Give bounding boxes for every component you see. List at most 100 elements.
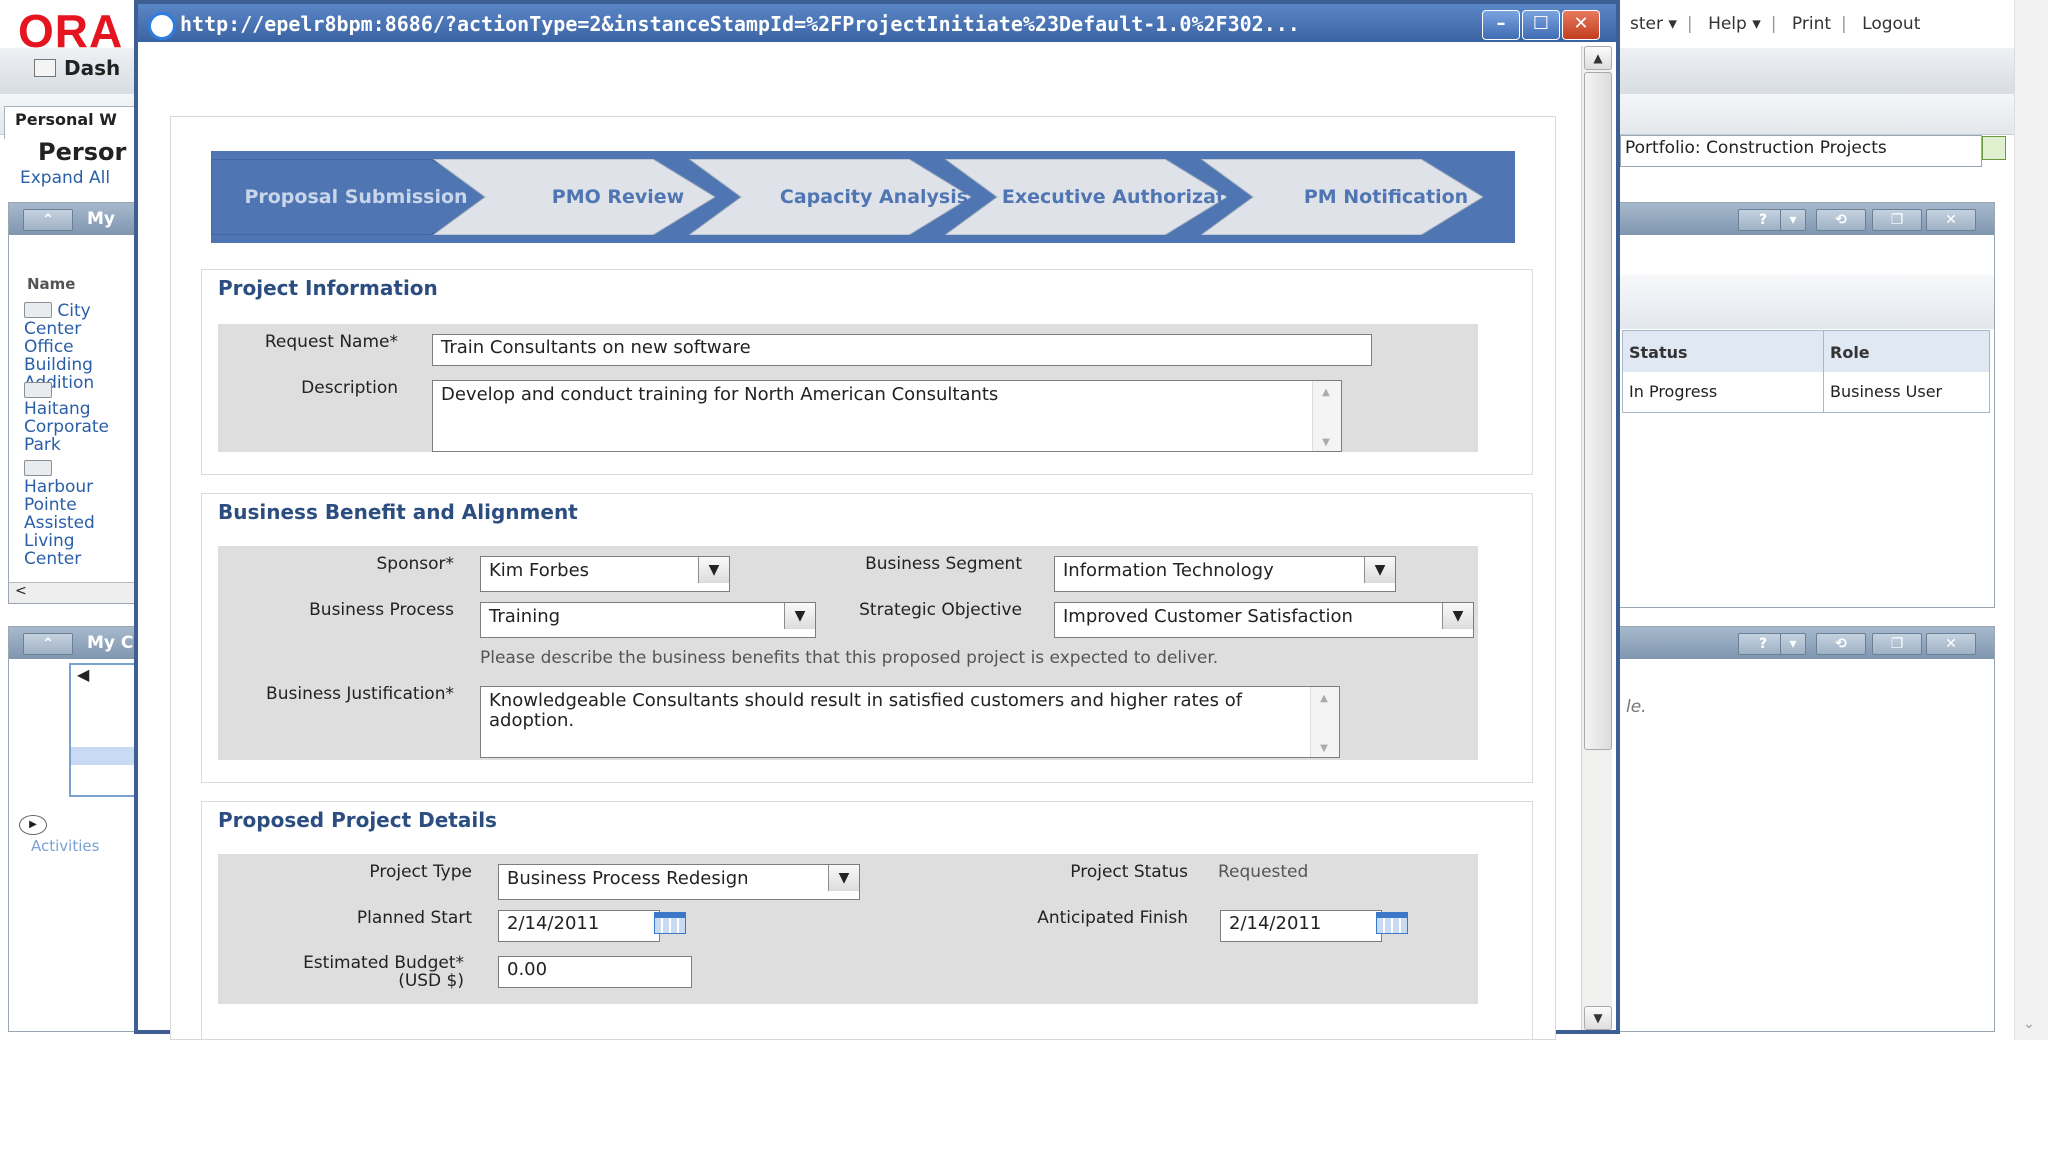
request-name-input[interactable]: Train Consultants on new software xyxy=(432,334,1372,366)
scroll-left-icon[interactable]: < xyxy=(15,583,27,599)
table-header: Status Role xyxy=(1622,330,1990,374)
restore-icon[interactable]: ❐ xyxy=(1872,209,1922,231)
textarea-scrollbar[interactable]: ▲ ▼ xyxy=(1310,687,1339,757)
portlet-band xyxy=(1620,275,1994,329)
dashboard-button[interactable]: Dash xyxy=(34,56,120,80)
train-stage-4[interactable]: Executive Authorization xyxy=(945,159,1258,235)
section-title: Proposed Project Details xyxy=(218,808,497,832)
strategic-objective-value: Improved Customer Satisfaction xyxy=(1063,606,1353,627)
business-process-label: Business Process xyxy=(309,600,454,620)
master-menu-link[interactable]: ster ▾ xyxy=(1630,14,1677,34)
window-titlebar[interactable]: http://epelr8bpm:8686/?actionType=2&inst… xyxy=(138,4,1616,42)
portlet-title: My C xyxy=(87,633,134,653)
portfolio-field[interactable]: Portfolio: Construction Projects xyxy=(1620,135,1982,167)
chevron-down-icon[interactable]: ▼ xyxy=(1364,557,1395,583)
collapse-button[interactable]: ⌃ xyxy=(23,209,73,231)
browser-icon xyxy=(148,12,176,40)
global-links: ster ▾ | Help ▾ | Print | Logout xyxy=(1630,14,1921,34)
dashboard-label: Dash xyxy=(64,56,121,80)
project-type-select[interactable]: Business Process Redesign ▼ xyxy=(498,864,860,900)
project-name[interactable]: Harbour Pointe Assisted Living Center xyxy=(24,477,95,569)
page-scrollbar[interactable]: ⌄ xyxy=(2014,0,2048,1040)
calendar-icon[interactable] xyxy=(654,912,686,934)
portlet-header: ? ▾ ⟲ ❐ ✕ xyxy=(1620,203,1994,235)
activities-link[interactable]: Activities xyxy=(31,837,99,855)
planned-start-input[interactable]: 2/14/2011 xyxy=(498,910,660,942)
scroll-up-icon[interactable]: ▲ xyxy=(1584,46,1612,70)
chevron-down-icon[interactable]: ▼ xyxy=(784,603,815,629)
folder-icon xyxy=(24,382,52,398)
business-segment-value: Information Technology xyxy=(1063,560,1274,581)
business-process-value: Training xyxy=(489,606,561,627)
scroll-down-icon[interactable]: ⌄ xyxy=(2023,1016,2035,1032)
train-stage-5[interactable]: PM Notification xyxy=(1201,159,1491,235)
prev-month-icon[interactable]: ◀ xyxy=(77,665,89,684)
project-information-section: Project Information Request Name* Train … xyxy=(201,269,1533,475)
justification-hint: Please describe the business benefits th… xyxy=(480,648,1219,668)
right-portlet-2: ? ▾ ⟲ ❐ ✕ le. xyxy=(1620,626,1995,1032)
portlet-message: le. xyxy=(1626,697,1647,717)
business-segment-label: Business Segment xyxy=(865,554,1022,574)
strategic-objective-select[interactable]: Improved Customer Satisfaction ▼ xyxy=(1054,602,1474,638)
anticipated-finish-label: Anticipated Finish xyxy=(1037,908,1188,928)
calendar-grid[interactable]: ◀ xyxy=(69,663,143,797)
play-icon[interactable]: ▶ xyxy=(19,815,47,835)
project-name[interactable]: Haitang Corporate Park xyxy=(24,399,109,455)
refresh-icon[interactable]: ⟲ xyxy=(1816,209,1866,231)
scroll-thumb[interactable] xyxy=(1584,72,1612,750)
sponsor-label: Sponsor* xyxy=(376,554,454,574)
business-justification-textarea[interactable]: Knowledgeable Consultants should result … xyxy=(480,686,1340,758)
close-icon[interactable]: ✕ xyxy=(1926,633,1976,655)
section-title: Project Information xyxy=(218,276,438,300)
chevron-down-icon[interactable]: ▼ xyxy=(828,865,859,891)
column-role[interactable]: Role xyxy=(1823,331,1989,373)
list-item[interactable]: Harbour Pointe Assisted Living Center xyxy=(24,460,124,568)
train-stage-label: PM Notification xyxy=(1303,186,1469,208)
estimated-budget-label: Estimated Budget* (USD $) xyxy=(303,954,464,990)
list-item[interactable]: City Center Office Building Addition xyxy=(24,302,124,392)
selected-day xyxy=(71,747,141,765)
maximize-button[interactable]: ☐ xyxy=(1522,10,1560,40)
project-details-section: Proposed Project Details Project Type Bu… xyxy=(201,801,1533,1039)
expand-all-link[interactable]: Expand All xyxy=(20,168,110,188)
list-item[interactable]: Haitang Corporate Park xyxy=(24,382,124,454)
collapse-button[interactable]: ⌃ xyxy=(23,633,73,655)
vertical-scrollbar[interactable]: ▲ ▼ xyxy=(1581,46,1612,1030)
list-header: Name xyxy=(27,275,76,293)
scroll-down-icon[interactable]: ▼ xyxy=(1584,1006,1612,1030)
train-stage-3[interactable]: Capacity Analysis xyxy=(689,159,979,235)
business-process-select[interactable]: Training ▼ xyxy=(480,602,816,638)
table-row[interactable]: In Progress Business User xyxy=(1622,372,1990,413)
textarea-scrollbar[interactable]: ▲ ▼ xyxy=(1312,381,1341,451)
menu-chevron-icon[interactable]: ▾ xyxy=(1780,209,1806,231)
column-status[interactable]: Status xyxy=(1623,331,1823,373)
close-icon[interactable]: ✕ xyxy=(1926,209,1976,231)
help-menu-link[interactable]: Help ▾ xyxy=(1708,14,1761,34)
refresh-icon[interactable]: ⟲ xyxy=(1816,633,1866,655)
tree-icon[interactable] xyxy=(1982,136,2006,160)
portlet-header: ⌃ My xyxy=(9,203,139,235)
calendar-icon[interactable] xyxy=(1376,912,1408,934)
estimated-budget-input[interactable]: 0.00 xyxy=(498,956,692,988)
horizontal-scrollbar[interactable]: < xyxy=(9,582,139,603)
menu-chevron-icon[interactable]: ▾ xyxy=(1780,633,1806,655)
train-stage-2[interactable]: PMO Review xyxy=(433,159,723,235)
chevron-down-icon[interactable]: ▼ xyxy=(1442,603,1473,629)
print-link[interactable]: Print xyxy=(1792,14,1831,34)
anticipated-finish-input[interactable]: 2/14/2011 xyxy=(1220,910,1382,942)
close-window-button[interactable]: ✕ xyxy=(1562,10,1600,40)
dashboard-icon xyxy=(34,59,56,77)
minimize-button[interactable]: – xyxy=(1482,10,1520,40)
restore-icon[interactable]: ❐ xyxy=(1872,633,1922,655)
popup-window: http://epelr8bpm:8686/?actionType=2&inst… xyxy=(134,0,1620,1040)
business-segment-select[interactable]: Information Technology ▼ xyxy=(1054,556,1396,592)
portlet-header: ? ▾ ⟲ ❐ ✕ xyxy=(1620,627,1994,659)
chevron-down-icon[interactable]: ▼ xyxy=(698,557,729,583)
window-url: http://epelr8bpm:8686/?actionType=2&inst… xyxy=(180,12,1300,36)
process-train: Proposal Submission PMO Review Capacity An… xyxy=(211,151,1515,243)
sponsor-value: Kim Forbes xyxy=(489,560,590,581)
logout-link[interactable]: Logout xyxy=(1862,14,1920,34)
description-textarea[interactable]: Develop and conduct training for North A… xyxy=(432,380,1342,452)
project-status-label: Project Status xyxy=(1070,862,1188,882)
sponsor-select[interactable]: Kim Forbes ▼ xyxy=(480,556,730,592)
